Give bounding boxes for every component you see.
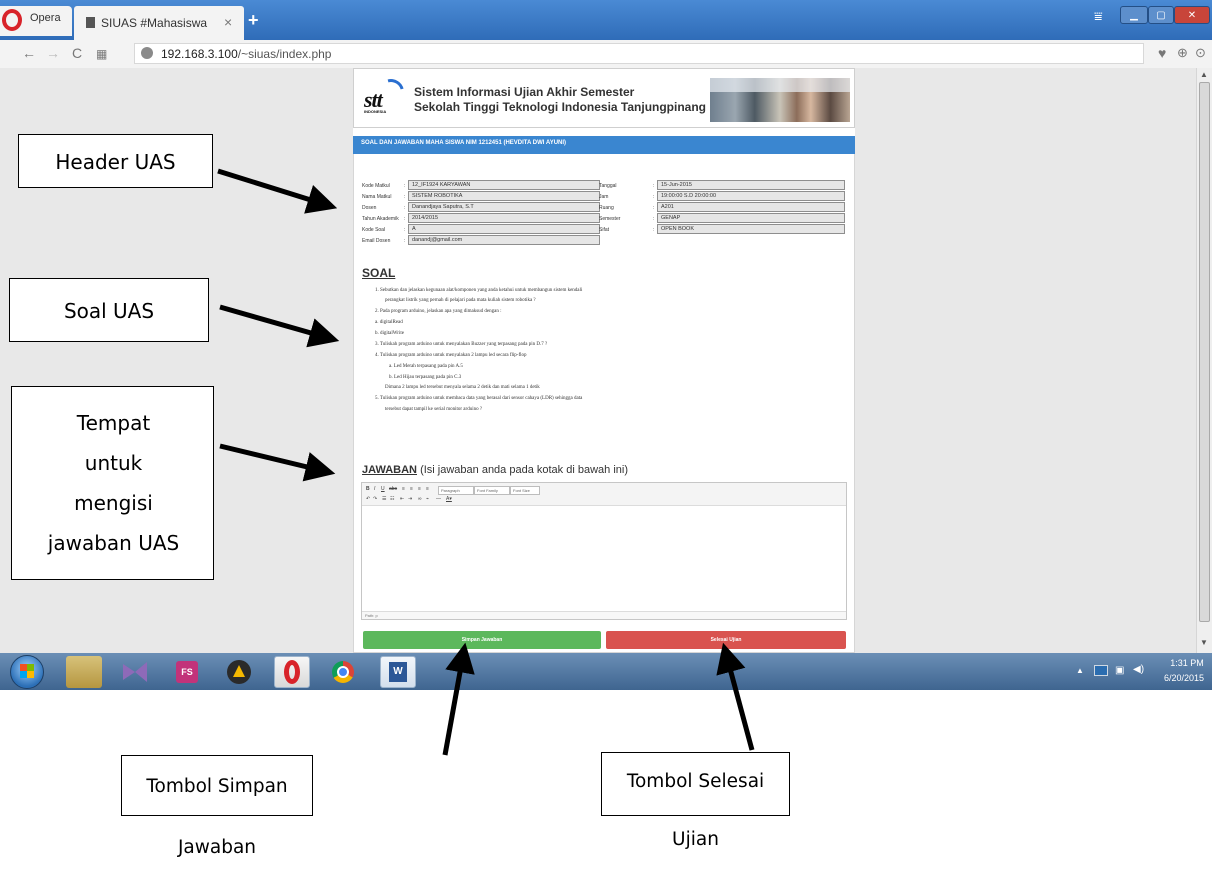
arrow-selesai (716, 642, 755, 751)
callout-tempat-jawaban: Tempat untuk mengisi jawaban UAS (11, 386, 214, 580)
arrow-jawaban (219, 443, 336, 482)
callout-tombol-simpan: Tombol Simpan Jawaban (121, 755, 313, 858)
arrow-simpan (442, 642, 475, 756)
callout-tombol-selesai: Tombol Selesai Ujian (601, 752, 790, 850)
callout-line: Tempat (76, 411, 151, 435)
callout-line: untuk (84, 451, 143, 475)
callout-header-uas: Header UAS (18, 134, 213, 188)
callout-line: mengisi (74, 491, 153, 515)
arrow-header (217, 168, 338, 214)
arrow-soal (219, 304, 340, 348)
callout-tempat-text: Tempat untuk mengisi jawaban UAS (12, 403, 215, 563)
callout-soal-uas: Soal UAS (9, 278, 209, 342)
callout-line: jawaban UAS (47, 531, 180, 555)
